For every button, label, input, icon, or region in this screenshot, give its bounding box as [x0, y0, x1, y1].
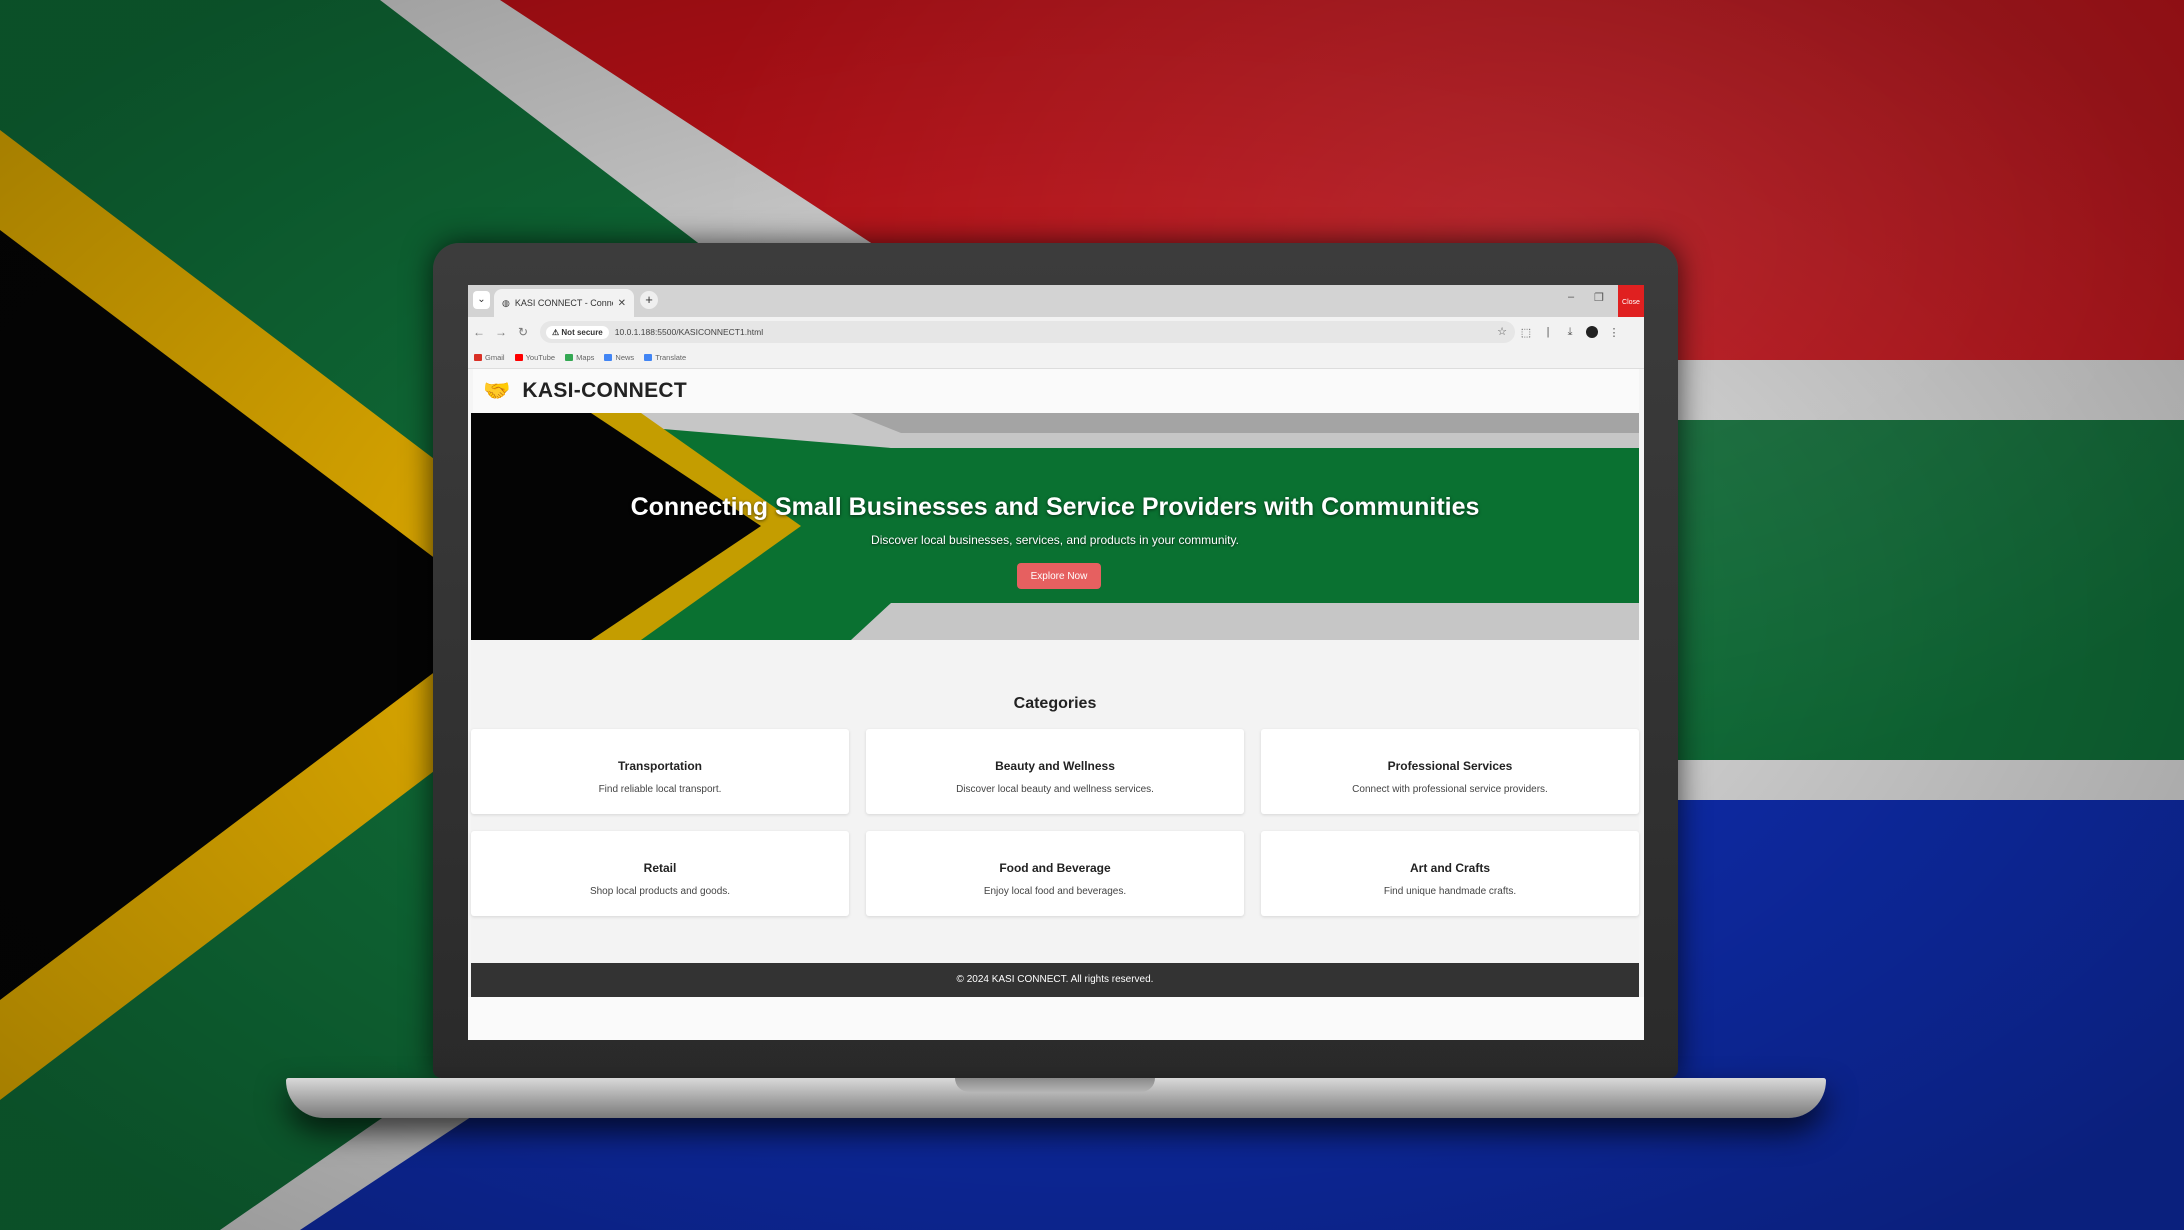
- gmail-icon: [474, 354, 482, 361]
- handshake-icon: 🤝: [483, 378, 511, 403]
- security-label: Not secure: [561, 327, 603, 337]
- hero-flag-image: [471, 413, 1639, 640]
- maps-icon: [565, 354, 574, 361]
- bookmark-label: News: [615, 353, 635, 362]
- bookmark-label: Gmail: [485, 353, 505, 362]
- category-title: Art and Crafts: [1409, 861, 1490, 875]
- separator: |: [1546, 326, 1550, 338]
- bookmark-label: Translate: [655, 353, 687, 362]
- bookmark-translate[interactable]: Translate: [644, 353, 686, 362]
- forward-icon[interactable]: →: [490, 325, 512, 339]
- profile-avatar[interactable]: [1586, 326, 1598, 338]
- category-title: Retail: [643, 861, 677, 875]
- bookmark-star-icon[interactable]: ☆: [1497, 325, 1507, 338]
- scene: ⌄ ◍ KASI CONNECT - Connecting C ✕ + – ❐ …: [0, 0, 2184, 1230]
- site-header: 🤝 KASI-CONNECT: [473, 369, 1639, 413]
- categories-heading: Categories: [1013, 695, 1097, 712]
- bookmarks-bar: Gmail YouTube Maps News Translate: [468, 347, 1644, 369]
- extensions-icon[interactable]: ⬚: [1515, 326, 1537, 339]
- tab-title: KASI CONNECT - Connecting C: [514, 298, 613, 308]
- new-tab-button[interactable]: +: [640, 291, 658, 309]
- categories-section: Categories Transportation Find reliable …: [471, 640, 1639, 970]
- category-description: Discover local beauty and wellness servi…: [956, 784, 1154, 795]
- category-card-art-crafts[interactable]: Art and Crafts Find unique handmade craf…: [1261, 831, 1639, 916]
- tab-close-icon[interactable]: ✕: [618, 298, 626, 309]
- back-icon[interactable]: ←: [468, 325, 490, 339]
- bookmark-youtube[interactable]: YouTube: [514, 353, 556, 362]
- hero-title: Connecting Small Businesses and Service …: [630, 493, 1480, 521]
- browser-tab-bar: ⌄ ◍ KASI CONNECT - Connecting C ✕ + – ❐ …: [468, 285, 1644, 317]
- bookmark-news[interactable]: News: [604, 353, 634, 362]
- youtube-icon: [514, 354, 523, 361]
- category-description: Find unique handmade crafts.: [1383, 886, 1517, 897]
- laptop-notch: [955, 1078, 1155, 1092]
- bookmark-maps[interactable]: Maps: [565, 353, 594, 362]
- download-icon[interactable]: ⤓: [1559, 326, 1581, 339]
- translate-icon: [644, 354, 653, 361]
- hero-section: Connecting Small Businesses and Service …: [471, 413, 1639, 640]
- address-bar[interactable]: ⚠ Not secure 10.0.1.188:5500/KASICONNECT…: [540, 321, 1515, 343]
- site-footer: © 2024 KASI CONNECT. All rights reserved…: [471, 963, 1639, 997]
- browser-toolbar: ← → ↻ ⚠ Not secure 10.0.1.188:5500/KASIC…: [468, 317, 1644, 347]
- news-icon: [604, 354, 613, 361]
- bookmark-label: YouTube: [525, 353, 556, 362]
- window-close-button[interactable]: Close: [1618, 285, 1644, 317]
- reload-icon[interactable]: ↻: [512, 325, 534, 339]
- globe-icon: ◍: [502, 297, 510, 308]
- category-title: Beauty and Wellness: [995, 759, 1115, 773]
- menu-kebab-icon[interactable]: ⋮: [1603, 326, 1625, 339]
- minimize-icon[interactable]: –: [1568, 291, 1574, 303]
- hero-subtitle: Discover local businesses, services, and…: [871, 533, 1239, 547]
- category-title: Transportation: [617, 759, 702, 773]
- category-title: Professional Services: [1387, 759, 1513, 773]
- browser-tab[interactable]: ◍ KASI CONNECT - Connecting C ✕: [494, 289, 634, 317]
- category-card-beauty-wellness[interactable]: Beauty and Wellness Discover local beaut…: [866, 729, 1244, 814]
- url-text[interactable]: 10.0.1.188:5500/KASICONNECT1.html: [615, 327, 763, 337]
- category-description: Enjoy local food and beverages.: [983, 886, 1127, 897]
- category-description: Connect with professional service provid…: [1352, 784, 1548, 795]
- page-bottom-space: [468, 997, 1644, 1040]
- explore-now-button[interactable]: Explore Now: [1017, 563, 1101, 589]
- category-description: Shop local products and goods.: [589, 886, 731, 897]
- category-description: Find reliable local transport.: [598, 784, 722, 795]
- category-title: Food and Beverage: [999, 861, 1111, 875]
- category-card-retail[interactable]: Retail Shop local products and goods.: [471, 831, 849, 916]
- maximize-icon[interactable]: ❐: [1594, 291, 1604, 304]
- bookmark-label: Maps: [576, 353, 595, 362]
- brand-name[interactable]: KASI-CONNECT: [522, 379, 687, 403]
- bookmark-gmail[interactable]: Gmail: [474, 353, 505, 362]
- security-chip[interactable]: ⚠ Not secure: [546, 325, 609, 339]
- category-card-transportation[interactable]: Transportation Find reliable local trans…: [471, 729, 849, 814]
- category-card-food-beverage[interactable]: Food and Beverage Enjoy local food and b…: [866, 831, 1244, 916]
- category-card-professional-services[interactable]: Professional Services Connect with profe…: [1261, 729, 1639, 814]
- tab-search-button[interactable]: ⌄: [473, 291, 490, 309]
- laptop-screen: ⌄ ◍ KASI CONNECT - Connecting C ✕ + – ❐ …: [468, 285, 1644, 1040]
